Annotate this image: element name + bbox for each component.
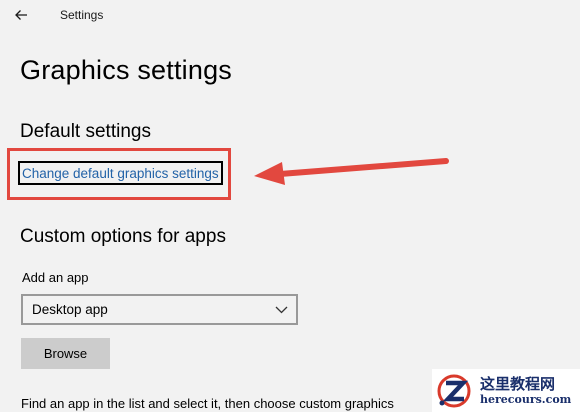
app-type-dropdown[interactable]: Desktop app <box>21 294 298 325</box>
chevron-down-icon <box>266 306 296 314</box>
browse-button[interactable]: Browse <box>21 338 110 369</box>
page-title: Graphics settings <box>20 55 232 85</box>
help-text: Find an app in the list and select it, t… <box>21 396 394 411</box>
window-title: Settings <box>60 8 104 22</box>
watermark-url: herecours.com <box>480 393 572 406</box>
default-settings-heading: Default settings <box>20 121 151 142</box>
annotation-arrow-icon <box>254 158 449 185</box>
back-arrow-icon <box>15 10 27 20</box>
watermark-text: 这里教程网 <box>480 375 556 393</box>
change-default-graphics-link[interactable]: Change default graphics settings <box>18 161 223 185</box>
watermark: 这里教程网 herecours.com <box>432 369 580 412</box>
app-type-selected-value: Desktop app <box>32 302 108 317</box>
title-bar: Settings <box>0 0 580 32</box>
change-default-graphics-link-label[interactable]: Change default graphics settings <box>22 166 219 181</box>
back-button[interactable] <box>10 5 32 25</box>
add-app-label: Add an app <box>22 270 89 285</box>
custom-options-heading: Custom options for apps <box>20 226 226 247</box>
watermark-logo-icon <box>437 374 471 407</box>
